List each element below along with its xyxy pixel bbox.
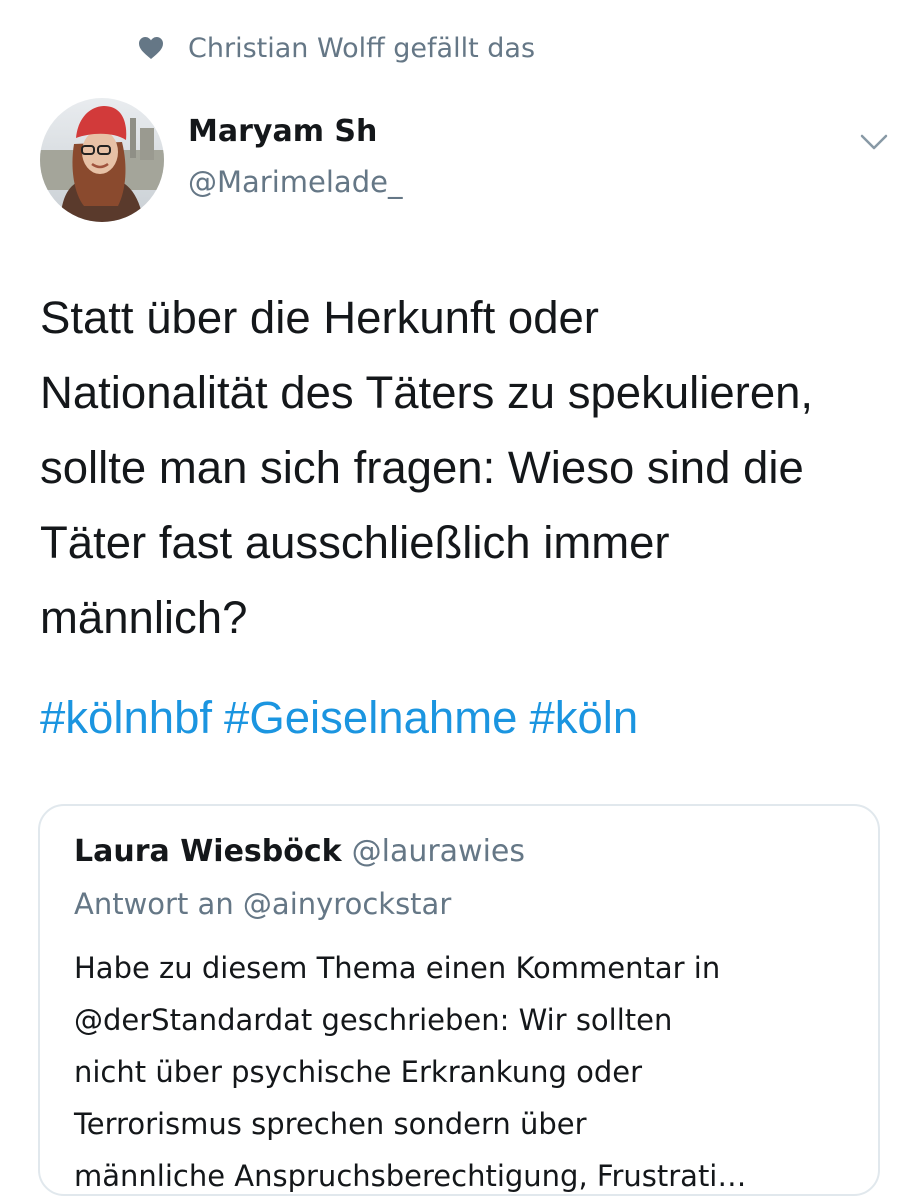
avatar[interactable] bbox=[40, 98, 164, 222]
social-context: Christian Wolff gefällt das bbox=[138, 28, 535, 68]
hashtag-link[interactable]: #köln bbox=[529, 692, 638, 743]
tweet-text-line: Statt über die Herkunft oder bbox=[40, 292, 599, 343]
tweet-text-line: sollte man sich fragen: Wieso sind die bbox=[40, 442, 804, 493]
quoted-text-line: Habe zu diesem Thema einen Kommentar in bbox=[74, 951, 721, 985]
quoted-tweet-header: Laura Wiesböck @laurawies bbox=[74, 832, 525, 872]
quoted-text-line: @derStandardat geschrieben: Wir sollten bbox=[74, 1003, 673, 1037]
quoted-text-line: männliche Anspruchsberechtigung, Frustra… bbox=[74, 1159, 747, 1193]
quoted-reply-to: Antwort an @ainyrockstar bbox=[74, 887, 452, 921]
author-name[interactable]: Maryam Sh bbox=[188, 112, 377, 152]
author-handle[interactable]: @Marimelade_ bbox=[188, 162, 402, 202]
hashtag-list: #kölnhbf #Geiselnahme #köln bbox=[40, 680, 650, 755]
tweet-text-line: Nationalität des Täters zu spekulieren, bbox=[40, 367, 814, 418]
tweet-text: Statt über die Herkunft oder Nationalitä… bbox=[40, 280, 885, 655]
chevron-down-icon[interactable] bbox=[858, 130, 890, 154]
tweet-text-line: männlich? bbox=[40, 592, 248, 643]
heart-icon bbox=[138, 35, 166, 61]
hashtag-link[interactable]: #kölnhbf bbox=[40, 692, 212, 743]
hashtag-link[interactable]: #Geiselnahme bbox=[224, 692, 517, 743]
quoted-tweet-card[interactable]: Laura Wiesböck @laurawies Antwort an @ain… bbox=[38, 804, 880, 1196]
quoted-text-line: nicht über psychische Erkrankung oder bbox=[74, 1055, 642, 1089]
quoted-author-name: Laura Wiesböck bbox=[74, 834, 342, 869]
quoted-tweet-text: Habe zu diesem Thema einen Kommentar in … bbox=[74, 942, 864, 1200]
social-context-text[interactable]: Christian Wolff gefällt das bbox=[188, 33, 535, 64]
quoted-author-handle: @laurawies bbox=[351, 834, 526, 869]
tweet-text-line: Täter fast ausschließlich immer bbox=[40, 517, 670, 568]
quoted-text-line: Terrorismus sprechen sondern über bbox=[74, 1107, 587, 1141]
